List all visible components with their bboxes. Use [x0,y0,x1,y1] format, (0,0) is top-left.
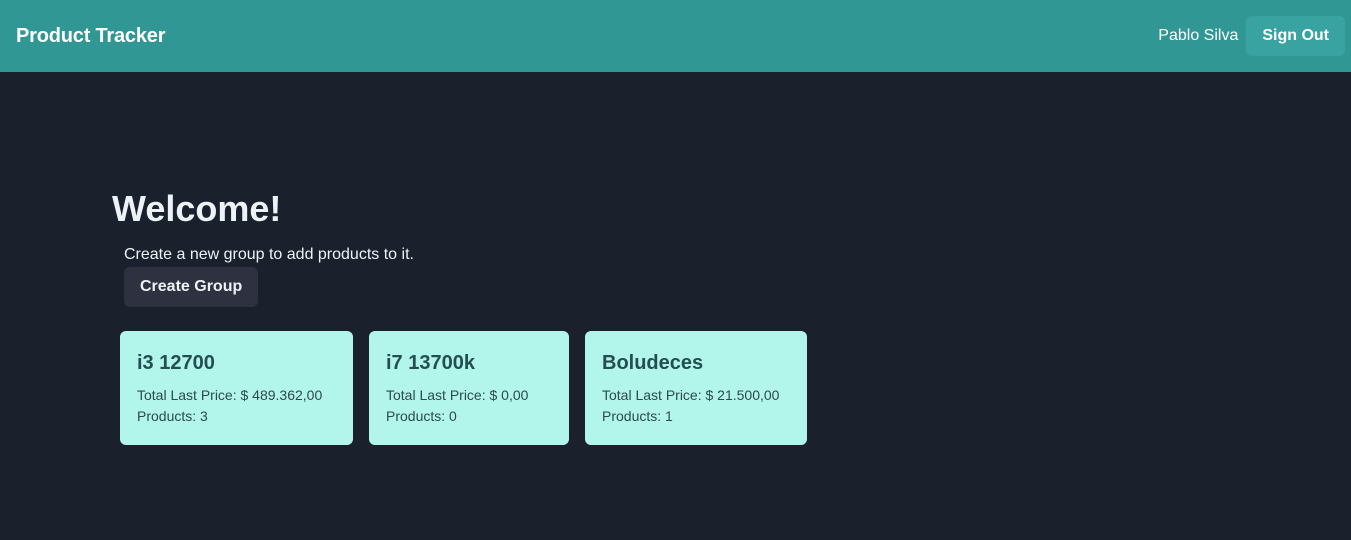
group-card-title: Boludeces [602,352,704,374]
instructions-text: Create a new group to add products to it… [124,246,414,263]
group-card-product-count: Products: 1 [602,408,673,424]
group-card-total-price: Total Last Price: $ 0,00 [386,387,529,403]
user-area: Pablo Silva Sign Out [1158,16,1345,56]
group-card[interactable]: i3 12700 Total Last Price: $ 489.362,00 … [120,331,353,445]
top-navbar: Product Tracker Pablo Silva Sign Out [0,0,1351,72]
main-content: Welcome! Create a new group to add produ… [112,188,1012,445]
group-card-list: i3 12700 Total Last Price: $ 489.362,00 … [120,331,807,445]
group-card[interactable]: Boludeces Total Last Price: $ 21.500,00 … [585,331,807,445]
page-title: Welcome! [112,188,282,229]
group-card-total-price: Total Last Price: $ 21.500,00 [602,387,780,403]
sign-out-button[interactable]: Sign Out [1246,16,1345,56]
group-card-product-count: Products: 0 [386,408,457,424]
app-title[interactable]: Product Tracker [16,25,165,48]
user-name: Pablo Silva [1158,27,1239,44]
group-card-title: i7 13700k [386,352,475,374]
create-group-button[interactable]: Create Group [124,267,259,307]
group-card[interactable]: i7 13700k Total Last Price: $ 0,00 Produ… [369,331,569,445]
group-card-total-price: Total Last Price: $ 489.362,00 [137,387,323,403]
group-card-product-count: Products: 3 [137,408,208,424]
group-card-title: i3 12700 [137,352,215,374]
